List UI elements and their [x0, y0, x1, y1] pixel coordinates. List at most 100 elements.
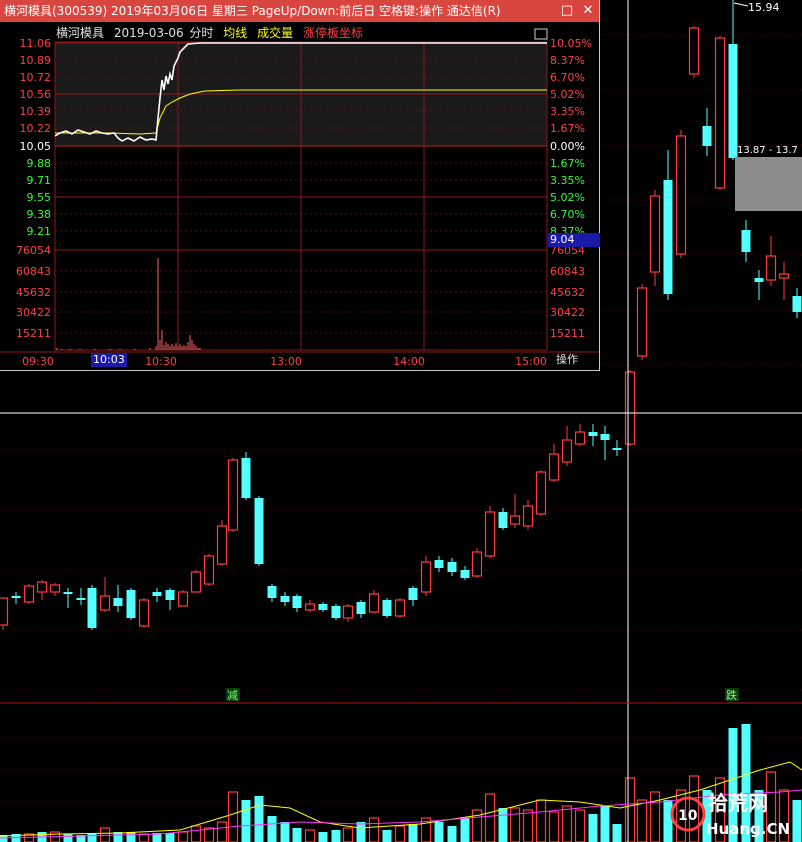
- candle-body: [394, 599, 406, 617]
- intraday-date: 2019-03-06: [113, 26, 184, 40]
- candle-body: [0, 597, 9, 626]
- volume-bar: [548, 811, 560, 842]
- volume-bar: [280, 822, 290, 842]
- volume-bar: [649, 791, 661, 842]
- candle-body: [460, 570, 470, 578]
- restore-icon[interactable]: □: [556, 0, 578, 22]
- candle-body: [318, 604, 328, 610]
- pct-axis-label: 6.70%: [550, 71, 585, 84]
- time-axis-label: 10:30: [145, 355, 177, 368]
- volume-bar: [434, 822, 444, 842]
- expand-icon[interactable]: [534, 28, 548, 40]
- volume-bar: [600, 806, 610, 842]
- volume-bar: [267, 816, 277, 842]
- candle-body: [331, 606, 341, 618]
- current-price-tag: 9.04: [548, 233, 600, 247]
- volume-axis-label: 60843: [550, 265, 585, 278]
- volume-bar: [636, 799, 648, 842]
- legend-limit[interactable]: 涨停板坐标: [303, 26, 363, 40]
- intraday-popup[interactable]: 横河模具(300539) 2019年03月06日 星期三 PageUp/Down…: [0, 0, 600, 371]
- candle-body: [304, 603, 316, 611]
- candle-body: [267, 586, 277, 598]
- volume-axis-label: 45632: [550, 286, 585, 299]
- candle-body: [165, 590, 175, 600]
- candle-body: [368, 593, 380, 613]
- volume-bar: [484, 793, 496, 842]
- pct-axis-label: 6.70%: [550, 208, 585, 221]
- candle-body: [741, 230, 751, 252]
- volume-bar: [588, 814, 598, 842]
- volume-axis-label: 15211: [550, 327, 585, 340]
- volume-bar: [177, 831, 189, 842]
- candle-body: [509, 515, 521, 525]
- candle-body: [434, 560, 444, 568]
- candle-body: [11, 596, 21, 598]
- popup-title: 横河模具(300539) 2019年03月06日 星期三 PageUp/Down…: [4, 4, 501, 18]
- volume-axis-label: 30422: [550, 306, 585, 319]
- volume-bar: [394, 825, 406, 842]
- candle-body: [792, 296, 802, 312]
- price-range-box: [735, 157, 802, 211]
- legend-volume[interactable]: 成交量: [257, 26, 293, 40]
- pct-axis-label: 5.02%: [550, 191, 585, 204]
- candle-body: [588, 432, 598, 436]
- price-axis-label: 10.56: [20, 88, 52, 101]
- price-axis-label: 10.89: [20, 54, 52, 67]
- intraday-info-row: 横河模具 2019-03-06 分时 均线 成交量 涨停板坐标: [56, 24, 369, 41]
- candle-body: [561, 439, 573, 463]
- volume-bar: [292, 828, 302, 842]
- candle-body: [49, 584, 61, 593]
- cursor-time-tag: 10:03: [91, 353, 127, 367]
- price-axis-label: 9.55: [27, 191, 52, 204]
- high-price-pointer: [733, 2, 749, 7]
- volume-bar: [612, 824, 622, 842]
- intraday-chart: 11.06 10.05% 10.89 8.37% 10.72 6.70% 10.56 5.02…: [0, 28, 599, 368]
- candle-body: [498, 512, 508, 528]
- pct-axis-label: 10.05%: [550, 37, 592, 50]
- candle-body: [227, 459, 239, 531]
- volume-bar: [624, 777, 636, 842]
- volume-bar: [663, 800, 673, 842]
- price-axis-label: 9.21: [27, 225, 52, 238]
- candle-body: [254, 498, 264, 564]
- volume-bar: [574, 809, 586, 842]
- candle-body: [177, 591, 189, 607]
- volume-axis-label: 76054: [16, 244, 51, 257]
- volume-bar: [561, 805, 573, 842]
- action-button[interactable]: 操作: [554, 353, 580, 367]
- candle-body: [548, 453, 560, 481]
- candle-body: [612, 448, 622, 450]
- candle-body: [87, 588, 97, 628]
- candle-body: [342, 605, 354, 619]
- price-axis-label: 9.71: [27, 174, 52, 187]
- watermark-logo: 10: [678, 808, 698, 824]
- time-axis-label: 15:00: [515, 355, 547, 368]
- volume-axis-label: 60843: [16, 265, 51, 278]
- candle-body: [63, 592, 73, 594]
- candle-body: [624, 371, 636, 445]
- close-icon[interactable]: ✕: [577, 0, 599, 22]
- pct-axis-label: 0.00%: [550, 140, 585, 153]
- price-range-label: 13.87 - 13.7: [737, 145, 798, 156]
- candle-body: [203, 555, 215, 585]
- time-axis-label: 14:00: [393, 355, 425, 368]
- candle-body: [408, 588, 418, 600]
- price-axis-label: 10.22: [20, 122, 52, 135]
- popup-titlebar[interactable]: 横河模具(300539) 2019年03月06日 星期三 PageUp/Down…: [0, 0, 599, 22]
- legend-avg[interactable]: 均线: [223, 26, 247, 40]
- volume-bar: [304, 829, 316, 842]
- pct-axis-label: 3.35%: [550, 105, 585, 118]
- candle-body: [420, 561, 432, 593]
- candle-body: [688, 27, 700, 75]
- volume-bar: [190, 825, 202, 842]
- volume-bar: [368, 817, 380, 842]
- volume-bar: [241, 800, 251, 842]
- pct-axis-label: 8.37%: [550, 54, 585, 67]
- volume-bar: [535, 799, 547, 842]
- volume-bar: [165, 833, 175, 842]
- candle-body: [728, 44, 738, 158]
- high-price-label: 15.94: [748, 1, 780, 14]
- candle-body: [754, 278, 764, 282]
- pct-axis-label: 5.02%: [550, 88, 585, 101]
- candle-body: [522, 505, 534, 527]
